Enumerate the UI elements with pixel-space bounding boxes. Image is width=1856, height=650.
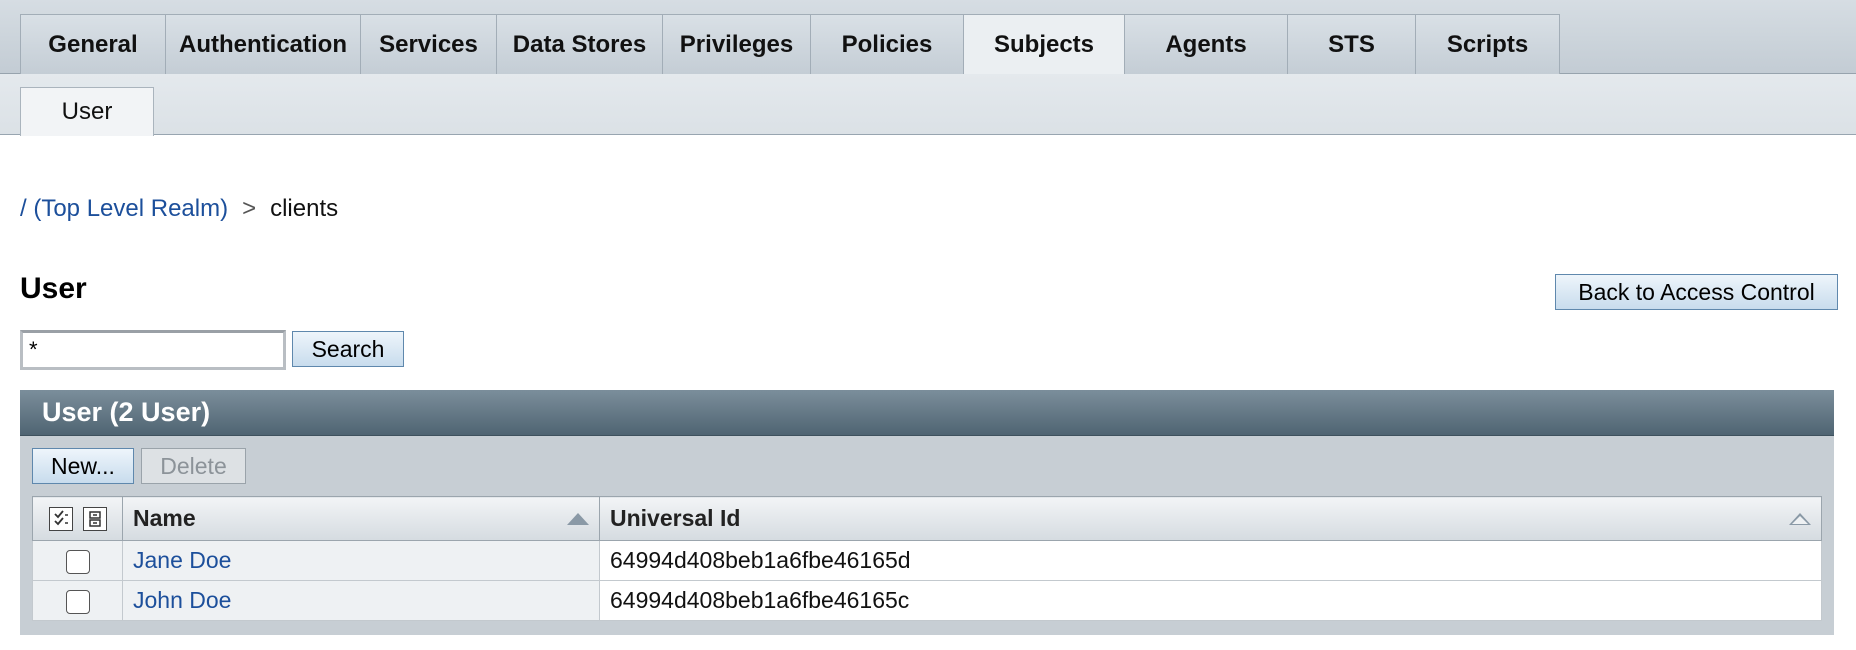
universal-id-cell: 64994d408beb1a6fbe46165c	[599, 580, 1822, 621]
user-table: Name Universal Id Jane Doe 64994d408beb1…	[32, 496, 1822, 621]
tab-sts[interactable]: STS	[1287, 14, 1416, 74]
sort-ascending-icon[interactable]	[567, 513, 589, 525]
table-header-row: Name Universal Id	[32, 496, 1822, 541]
table-row: Jane Doe 64994d408beb1a6fbe46165d	[32, 540, 1822, 581]
new-button[interactable]: New...	[32, 448, 134, 484]
breadcrumb-root-link[interactable]: / (Top Level Realm)	[20, 195, 228, 223]
name-cell: John Doe	[122, 580, 600, 621]
name-column-label: Name	[133, 505, 196, 531]
tab-services[interactable]: Services	[360, 14, 497, 74]
universal-id-column-header[interactable]: Universal Id	[599, 496, 1822, 541]
row-checkbox[interactable]	[65, 589, 90, 614]
tab-data-stores[interactable]: Data Stores	[496, 14, 663, 74]
universal-id-column-label: Universal Id	[610, 505, 741, 531]
tab-agents[interactable]: Agents	[1124, 14, 1288, 74]
name-cell: Jane Doe	[122, 540, 600, 581]
page-title: User	[20, 272, 87, 305]
user-name-link[interactable]: Jane Doe	[133, 547, 231, 573]
select-all-icon[interactable]	[48, 506, 73, 531]
user-table-panel: User (2 User) New... Delete Name Univers…	[20, 390, 1834, 635]
row-select-cell	[32, 540, 123, 581]
selection-column-header	[32, 496, 123, 541]
tab-authentication[interactable]: Authentication	[165, 14, 361, 74]
tab-privileges[interactable]: Privileges	[662, 14, 811, 74]
subtab-user[interactable]: User	[20, 87, 154, 136]
search-button[interactable]: Search	[292, 331, 404, 367]
tab-policies[interactable]: Policies	[810, 14, 964, 74]
user-name-link[interactable]: John Doe	[133, 587, 231, 613]
back-to-access-control-button[interactable]: Back to Access Control	[1555, 274, 1838, 310]
sub-tab-bar: User	[0, 74, 1856, 136]
search-input[interactable]	[20, 330, 286, 370]
table-header-title: User (2 User)	[20, 390, 1834, 436]
tab-subjects[interactable]: Subjects	[963, 14, 1125, 75]
delete-button: Delete	[141, 448, 246, 484]
row-checkbox[interactable]	[65, 549, 90, 574]
deselect-all-icon[interactable]	[82, 506, 107, 531]
main-tabs: General Authentication Services Data Sto…	[20, 14, 1560, 75]
breadcrumb-separator: >	[242, 195, 257, 222]
breadcrumb-current: clients	[270, 195, 339, 222]
tab-scripts[interactable]: Scripts	[1415, 14, 1560, 74]
tab-general[interactable]: General	[20, 14, 166, 74]
universal-id-cell: 64994d408beb1a6fbe46165d	[599, 540, 1822, 581]
breadcrumb: / (Top Level Realm) > clients	[20, 195, 338, 223]
row-select-cell	[32, 580, 123, 621]
main-tab-bar: General Authentication Services Data Sto…	[0, 0, 1856, 75]
name-column-header[interactable]: Name	[122, 496, 600, 541]
table-row: John Doe 64994d408beb1a6fbe46165c	[32, 580, 1822, 621]
sort-icon[interactable]	[1789, 513, 1811, 525]
